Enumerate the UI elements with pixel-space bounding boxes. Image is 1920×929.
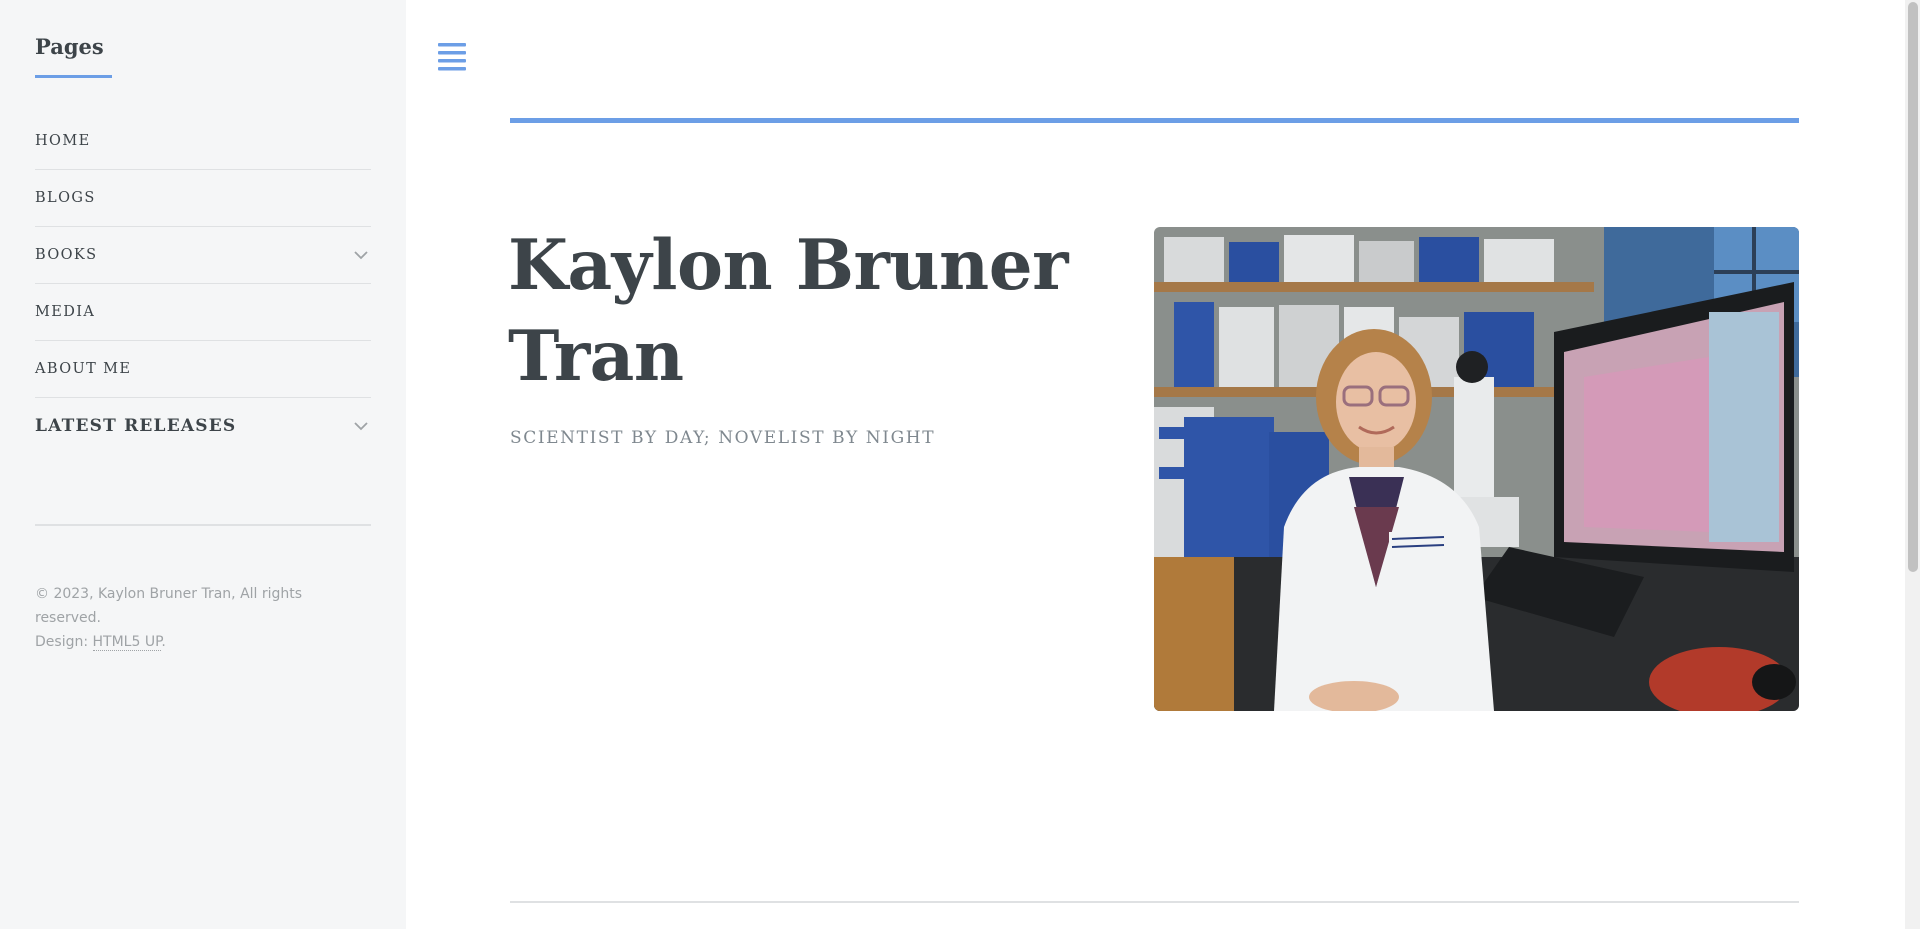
sidebar-item-books[interactable]: BOOKS: [35, 226, 371, 283]
sidebar-item-about-me[interactable]: ABOUT ME: [35, 340, 371, 397]
sidebar-divider: [35, 524, 371, 526]
sidebar-item-label: BLOGS: [35, 190, 96, 206]
hero-subtitle: SCIENTIST BY DAY; NOVELIST BY NIGHT: [510, 428, 936, 448]
author-photo-illustration: [1154, 227, 1799, 711]
design-credit-prefix: Design:: [35, 634, 93, 650]
sidebar-item-blogs[interactable]: BLOGS: [35, 169, 371, 226]
sidebar-item-label: HOME: [35, 133, 91, 149]
hero-title: Kaylon Bruner Tran: [508, 225, 1068, 397]
hamburger-menu-icon[interactable]: [434, 40, 470, 72]
scrollbar-thumb[interactable]: [1908, 2, 1918, 572]
design-credit-link[interactable]: HTML5 UP: [92, 634, 162, 651]
sidebar-item-label: LATEST RELEASES: [35, 416, 237, 436]
page-scrollbar[interactable]: [1905, 0, 1920, 929]
sidebar-item-home[interactable]: HOME: [35, 113, 371, 169]
copyright-text: © 2023, Kaylon Bruner Tran, All rights r…: [35, 586, 303, 626]
sidebar-item-media[interactable]: MEDIA: [35, 283, 371, 340]
sidebar-menu: HOME BLOGS BOOKS MEDIA ABOUT ME LATEST R…: [35, 113, 371, 454]
design-credit: Design: HTML5 UP.: [35, 630, 371, 654]
author-photo: [1154, 227, 1799, 711]
sidebar-item-label: ABOUT ME: [35, 361, 132, 377]
sidebar-heading: Pages: [35, 34, 104, 59]
sidebar-item-latest-releases[interactable]: LATEST RELEASES: [35, 397, 371, 454]
sidebar-heading-underline: [35, 75, 112, 78]
design-credit-suffix: .: [161, 634, 166, 650]
sidebar: Pages HOME BLOGS BOOKS MEDIA ABOUT ME LA…: [0, 0, 406, 929]
chevron-down-icon[interactable]: [351, 245, 371, 265]
sidebar-footer: © 2023, Kaylon Bruner Tran, All rights r…: [35, 582, 371, 654]
sidebar-item-label: BOOKS: [35, 247, 98, 263]
sidebar-item-label: MEDIA: [35, 304, 96, 320]
content-divider: [510, 901, 1799, 903]
chevron-down-icon[interactable]: [351, 416, 371, 436]
header-accent-line: [510, 118, 1799, 123]
